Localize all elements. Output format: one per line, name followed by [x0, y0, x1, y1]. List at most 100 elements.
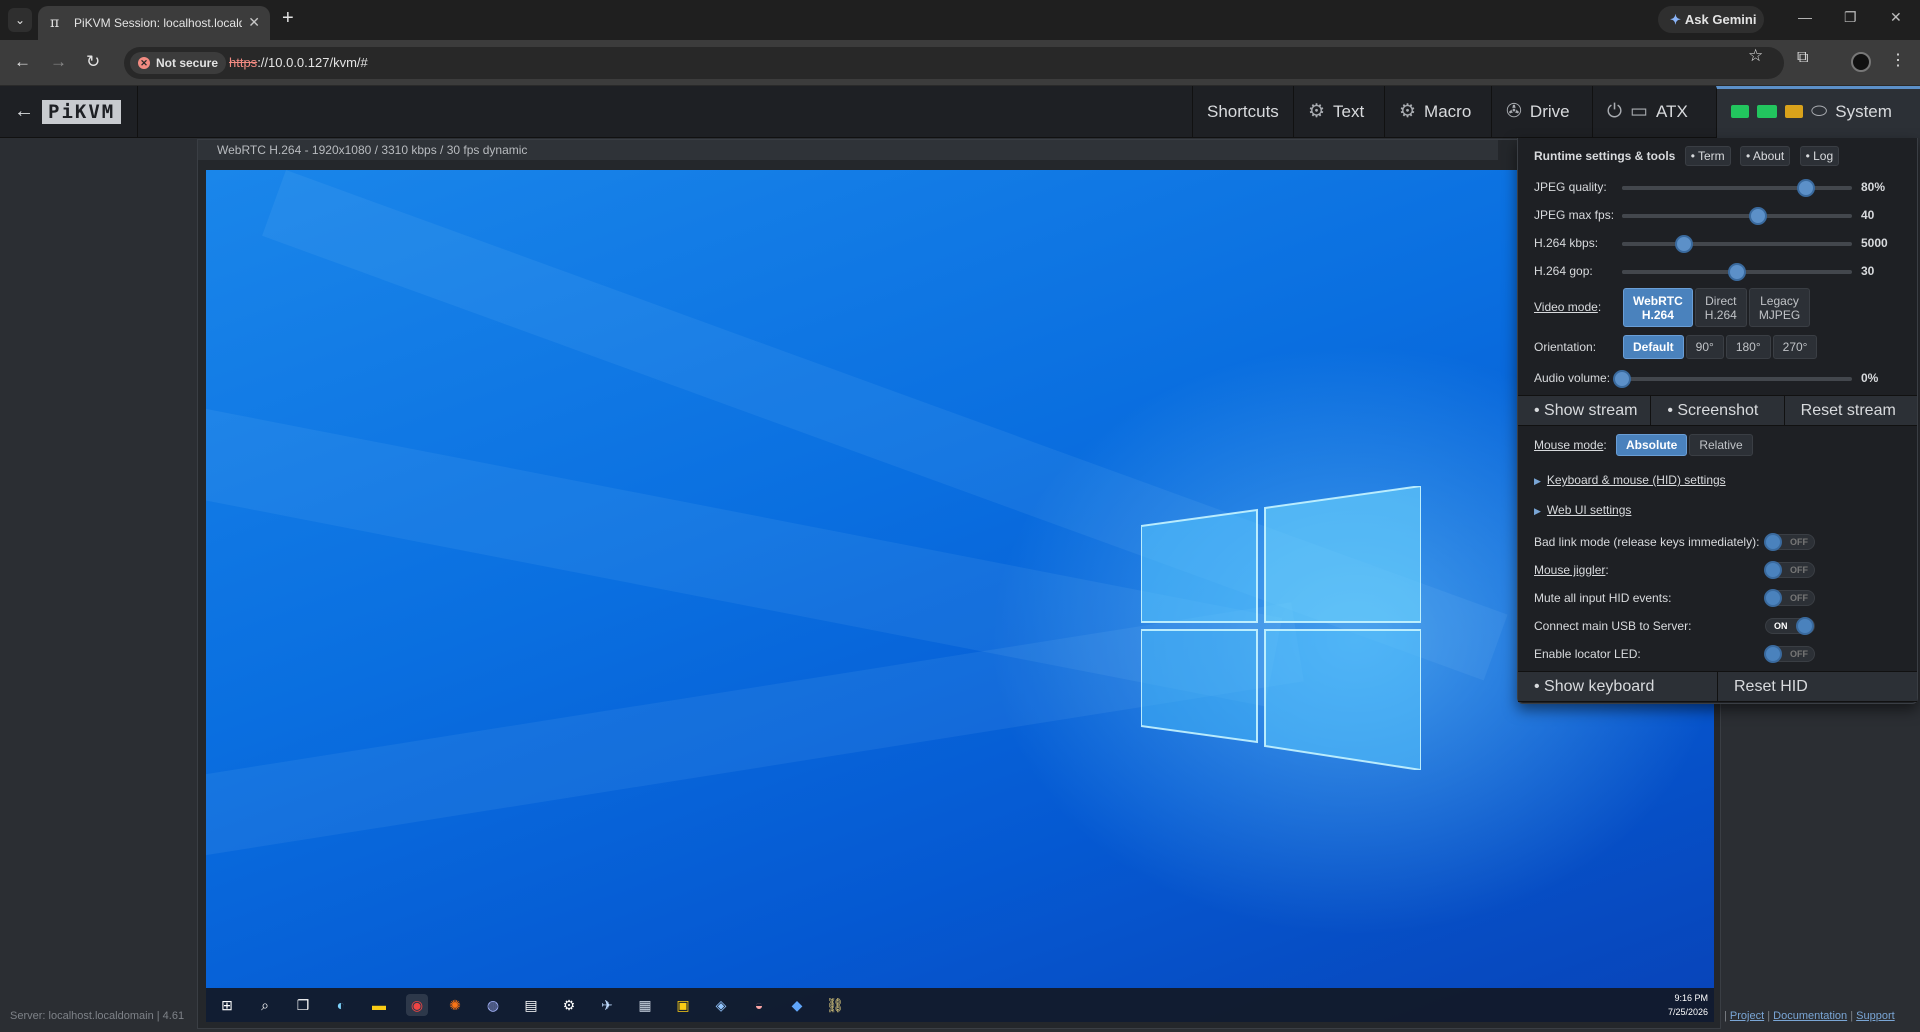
support-link[interactable]: Support [1856, 1010, 1895, 1022]
h264-gop-slider[interactable] [1622, 263, 1852, 281]
file-explorer-icon[interactable]: ▬ [368, 994, 390, 1016]
steam-icon[interactable]: ✈ [596, 994, 618, 1016]
reset-stream-button[interactable]: Reset stream [1784, 396, 1917, 425]
new-tab-button[interactable]: + [282, 7, 294, 30]
vscode-icon[interactable]: ◆ [786, 994, 808, 1016]
stream-info-bar[interactable]: WebRTC H.264 - 1920x1080 / 3310 kbps / 3… [198, 140, 1498, 160]
web-ui-settings-expander[interactable]: ▶ Web UI settings [1534, 503, 1631, 517]
menu-drive[interactable]: ✇ Drive [1491, 86, 1584, 138]
mouse-mode-absolute[interactable]: Absolute [1616, 434, 1688, 456]
video-mode-webrtc[interactable]: WebRTC H.264 [1623, 288, 1693, 327]
windows-start-icon[interactable]: ⊞ [216, 994, 238, 1016]
minimize-icon[interactable]: — [1798, 9, 1812, 25]
toggle-state: ON [1774, 621, 1788, 631]
show-keyboard-button[interactable]: • Show keyboard [1518, 672, 1718, 701]
web-ui-settings-link[interactable]: Web UI settings [1547, 503, 1631, 517]
hid-settings-link[interactable]: Keyboard & mouse (HID) settings [1547, 473, 1726, 487]
menu-system[interactable]: ⬭ System [1716, 86, 1920, 138]
mouse-mode-link[interactable]: Mouse mode [1534, 438, 1603, 452]
forward-arrow-icon[interactable]: → [50, 52, 67, 72]
discord-icon[interactable]: ◍ [482, 994, 504, 1016]
pikvm-logo[interactable]: PiKVM [42, 100, 122, 124]
jpeg-fps-slider[interactable] [1622, 207, 1852, 225]
close-tab-icon[interactable]: ✕ [248, 14, 260, 31]
not-secure-badge[interactable]: ✕ Not secure [130, 52, 227, 74]
back-arrow-icon[interactable]: ← [14, 52, 31, 72]
mouse-jiggler-link[interactable]: Mouse jiggler [1534, 563, 1605, 577]
jpeg-quality-slider[interactable] [1622, 179, 1852, 197]
copilot-icon[interactable]: ◐ [330, 994, 352, 1016]
profile-avatar[interactable] [1851, 52, 1871, 72]
option-line: H.264 [1641, 308, 1674, 322]
taskbar-clock[interactable]: 9:16 PM 7/25/2026 [1668, 991, 1708, 1019]
orientation-default[interactable]: Default [1623, 335, 1684, 359]
option-line: H.264 [1704, 308, 1737, 322]
drive-icon: ✇ [1506, 101, 1522, 122]
menu-shortcuts[interactable]: Shortcuts [1192, 86, 1293, 138]
browser-tab-bar: ⌄ π PiKVM Session: localhost.localdomain… [0, 0, 1920, 40]
term-button[interactable]: • Term [1684, 146, 1731, 166]
video-mode-direct[interactable]: Direct H.264 [1694, 288, 1747, 327]
h264-kbps-label: H.264 kbps: [1534, 236, 1599, 250]
menu-kebab-icon[interactable]: ⋮ [1890, 50, 1906, 70]
orientation-90[interactable]: 90° [1685, 335, 1724, 359]
remote-desktop[interactable]: ⊞ ⌕ ❐ ◐ ▬ ◉ ✺ ◍ ▤ ⚙ ✈ ▦ ▣ ◈ ◒ ◆ ⛓ 9:16 P… [206, 170, 1714, 1022]
documentation-link[interactable]: Documentation [1773, 1010, 1847, 1022]
orientation-180[interactable]: 180° [1725, 335, 1771, 359]
terminal-icon[interactable]: ▤ [520, 994, 542, 1016]
locator-led-toggle[interactable]: OFF [1764, 645, 1815, 663]
app-icon[interactable]: ◒ [748, 994, 770, 1016]
video-mode-link[interactable]: Video mode [1534, 300, 1598, 314]
slider-knob[interactable] [1748, 207, 1767, 225]
security-label: Not secure [156, 56, 219, 70]
network-app-icon[interactable]: ⛓ [824, 994, 846, 1016]
url-text[interactable]: https://10.0.0.127/kvm/# [229, 55, 368, 70]
browser-tab[interactable]: π PiKVM Session: localhost.localdomain ✕ [38, 6, 270, 40]
task-view-icon[interactable]: ❐ [292, 994, 314, 1016]
jpeg-fps-label: JPEG max fps: [1534, 208, 1615, 222]
chrome-icon[interactable]: ◉ [406, 994, 428, 1016]
reload-icon[interactable]: ↻ [86, 52, 100, 72]
slider-knob[interactable] [1675, 235, 1694, 253]
app-icon[interactable]: ◈ [710, 994, 732, 1016]
mute-hid-toggle[interactable]: OFF [1764, 589, 1815, 607]
ask-gemini-button[interactable]: ✦ Ask Gemini [1658, 6, 1764, 33]
tab-search-button[interactable]: ⌄ [8, 8, 32, 32]
hid-settings-expander[interactable]: ▶ Keyboard & mouse (HID) settings [1534, 473, 1726, 487]
hdd-icon: ▭ [1630, 101, 1648, 122]
audio-volume-slider[interactable] [1613, 370, 1852, 388]
connect-usb-toggle[interactable]: ON [1765, 617, 1815, 635]
reset-hid-button[interactable]: Reset HID [1718, 672, 1917, 701]
close-window-icon[interactable]: ✕ [1890, 9, 1902, 26]
claude-icon[interactable]: ✺ [444, 994, 466, 1016]
address-bar[interactable]: ✕ Not secure https://10.0.0.127/kvm/# [124, 47, 1784, 79]
slider-knob[interactable] [1613, 370, 1631, 388]
app-icon[interactable]: ▣ [672, 994, 694, 1016]
slider-knob[interactable] [1797, 179, 1815, 197]
restore-icon[interactable]: ❐ [1844, 9, 1857, 26]
mouse-mode-relative[interactable]: Relative [1689, 434, 1753, 456]
settings-icon[interactable]: ⚙ [558, 994, 580, 1016]
menu-text[interactable]: ⚙ Text [1293, 86, 1378, 138]
toggle-state: OFF [1790, 593, 1808, 603]
menu-macro[interactable]: ⚙ Macro [1384, 86, 1485, 138]
menu-atx[interactable]: ⏻ ▭ ATX [1592, 86, 1702, 138]
about-button[interactable]: • About [1740, 146, 1791, 166]
bookmark-star-icon[interactable]: ☆ [1748, 46, 1763, 66]
extensions-icon[interactable]: ⧉ [1797, 49, 1808, 67]
screenshot-button[interactable]: • Screenshot [1651, 396, 1785, 425]
log-button[interactable]: • Log [1799, 146, 1840, 166]
slider-knob[interactable] [1728, 263, 1746, 281]
h264-gop-value: 30 [1861, 264, 1875, 278]
bad-link-mode-toggle[interactable]: OFF [1764, 533, 1815, 551]
back-arrow-icon[interactable]: ← [14, 100, 34, 123]
locator-led-label: Enable locator LED: [1534, 647, 1641, 661]
video-mode-legacy[interactable]: Legacy MJPEG [1748, 288, 1811, 327]
project-link[interactable]: Project [1730, 1010, 1764, 1022]
search-icon[interactable]: ⌕ [254, 994, 276, 1016]
h264-kbps-slider[interactable] [1622, 235, 1852, 253]
app-icon[interactable]: ▦ [634, 994, 656, 1016]
mouse-jiggler-toggle[interactable]: OFF [1764, 561, 1815, 579]
orientation-270[interactable]: 270° [1772, 335, 1818, 359]
show-stream-button[interactable]: • Show stream [1518, 396, 1652, 425]
